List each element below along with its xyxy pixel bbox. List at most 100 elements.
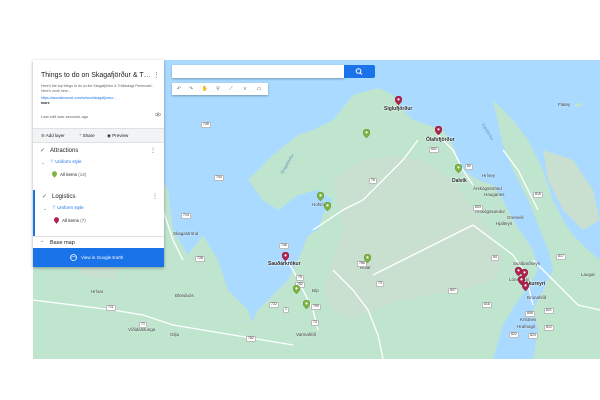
- town-label: Hólar: [360, 265, 371, 270]
- town-label: Hjalteyri: [496, 221, 513, 226]
- road-shield: 748: [279, 243, 289, 249]
- town-label: Hauganes: [484, 192, 505, 197]
- map-description[interactable]: Here's the top things to do on the Skaga…: [41, 84, 157, 93]
- town-label: Bíp: [312, 288, 319, 293]
- layer-style-link[interactable]: ⊤ Uniform style: [50, 159, 81, 165]
- line-icon[interactable]: ⟋: [225, 85, 237, 93]
- search-box[interactable]: [172, 65, 344, 78]
- town-label: Árskógssandur: [475, 209, 506, 214]
- map-description-link[interactable]: https://asocialnomad.com/iceland/skagafj…: [41, 96, 118, 100]
- more-options-icon[interactable]: ⋮: [153, 71, 160, 79]
- marker-icon[interactable]: ⚲: [212, 85, 224, 93]
- undo-icon[interactable]: ↶: [173, 85, 185, 93]
- add-layer-button[interactable]: ≋ Add layer: [41, 133, 65, 139]
- road-shield: 76: [369, 178, 377, 184]
- map-visibility-icon[interactable]: [155, 112, 161, 117]
- add-layer-label: Add layer: [45, 133, 65, 138]
- attraction-marker-icon[interactable]: [317, 192, 324, 201]
- search-input[interactable]: [175, 67, 344, 77]
- attraction-marker-icon[interactable]: [303, 300, 310, 309]
- road-shield: 815: [533, 192, 543, 198]
- google-earth-label: View in Google Earth: [81, 255, 124, 260]
- road-shield: 728: [195, 256, 205, 262]
- road-shield: 803: [473, 205, 483, 211]
- google-earth-icon: [70, 254, 77, 261]
- road-shield: 74: [311, 320, 319, 326]
- filter-icon[interactable]: ⋎: [239, 85, 251, 93]
- search-button[interactable]: [344, 65, 375, 78]
- chevron-down-icon[interactable]: ⌄: [43, 206, 47, 212]
- hand-icon[interactable]: ✋: [199, 85, 211, 93]
- road-shield: 808: [525, 311, 535, 317]
- logistics-marker-icon[interactable]: [522, 282, 529, 291]
- road-shield: 714: [181, 213, 191, 219]
- town-label: Hrísey: [482, 173, 496, 178]
- ruler-icon[interactable]: ▭: [253, 85, 265, 93]
- layer-style-link[interactable]: ⊤ Uniform style: [52, 205, 83, 211]
- attraction-marker-icon[interactable]: [364, 254, 371, 263]
- town-label: Gilja: [170, 332, 180, 337]
- all-items-link[interactable]: All items (7): [62, 218, 86, 223]
- road-shield: 1: [283, 307, 289, 313]
- town-label: Grenivík: [507, 215, 524, 220]
- map-title[interactable]: Things to do on Skagafjörður & T…: [41, 72, 151, 79]
- chevron-down-icon[interactable]: ⌄: [41, 160, 45, 166]
- layer-options-icon[interactable]: ⋮: [152, 193, 158, 200]
- all-items-link[interactable]: All items (14): [60, 172, 86, 177]
- layer-attractions[interactable]: ✓ Attractions ⋮ ⌄ ⊤ Uniform style All it…: [33, 144, 164, 189]
- preview-button[interactable]: ◉ Preview: [107, 133, 128, 139]
- road-shield: 782: [246, 336, 256, 342]
- search-icon: [355, 68, 363, 75]
- attraction-marker-icon[interactable]: [363, 129, 370, 138]
- logistics-marker-icon[interactable]: [395, 96, 402, 105]
- panel-toolbar: ≋ Add layer ⁺ Share ◉ Preview: [33, 128, 164, 143]
- more-link[interactable]: more: [41, 101, 50, 105]
- share-icon: ⁺: [79, 133, 82, 138]
- attraction-marker-icon[interactable]: [293, 285, 300, 294]
- map-legend-panel: Things to do on Skagafjörður & T… ⋮ Here…: [33, 60, 164, 267]
- layer-logistics[interactable]: ✓ Logistics ⋮ ⌄ ⊤ Uniform style All item…: [33, 190, 166, 236]
- road-shield: 71: [139, 322, 147, 328]
- attraction-marker-icon[interactable]: [324, 202, 331, 211]
- view-in-google-earth-button[interactable]: View in Google Earth: [33, 248, 164, 267]
- town-label: Flatey: [558, 102, 571, 107]
- road-shield: 823: [528, 333, 538, 339]
- road-shield: 82: [465, 164, 473, 170]
- preview-label: Preview: [112, 133, 129, 138]
- town-label: Sauðárkrókur: [268, 261, 301, 267]
- redo-icon[interactable]: ↷: [185, 85, 197, 93]
- share-button[interactable]: ⁺ Share: [79, 133, 95, 139]
- last-edit-status: Last edit was seconds ago: [41, 114, 89, 119]
- layer-name[interactable]: Attractions: [50, 148, 78, 154]
- town-label: Hrafnagil: [517, 324, 536, 329]
- layer-options-icon[interactable]: ⋮: [150, 147, 156, 154]
- chevron-down-icon[interactable]: ⌄: [40, 238, 44, 244]
- layer-checkbox[interactable]: ✓: [40, 147, 45, 154]
- town-label: Árskógsströnd: [473, 186, 502, 191]
- all-items-label: All items: [62, 218, 80, 223]
- road-shield: 817: [556, 254, 566, 260]
- road-shield: 84: [491, 255, 499, 261]
- share-label: Share: [82, 133, 95, 138]
- attraction-pin-icon: [52, 171, 57, 178]
- attraction-marker-icon[interactable]: [455, 164, 462, 173]
- eye-icon: ◉: [107, 133, 111, 138]
- road-shield: 802: [429, 147, 439, 153]
- town-label: Brúnahlíð: [527, 295, 547, 300]
- base-map-label: Base map: [50, 240, 75, 246]
- road-shield: 744: [214, 175, 224, 181]
- layer-name[interactable]: Logistics: [52, 194, 75, 200]
- road-shield: 722: [269, 302, 279, 308]
- road-shield: 745: [201, 122, 211, 128]
- layer-checkbox[interactable]: ✓: [42, 193, 47, 200]
- logistics-marker-icon[interactable]: [282, 252, 289, 261]
- road-shield: 711: [106, 305, 116, 311]
- add-layer-icon: ≋: [41, 133, 45, 138]
- road-shield: 799: [311, 304, 321, 310]
- town-label: Hrísar: [91, 289, 104, 294]
- logistics-marker-icon[interactable]: [435, 126, 442, 135]
- town-label: Víðidalstunga: [128, 327, 156, 332]
- all-items-label: All items: [60, 172, 78, 177]
- road-shield: 807: [448, 288, 458, 294]
- road-shield: 822: [509, 332, 519, 338]
